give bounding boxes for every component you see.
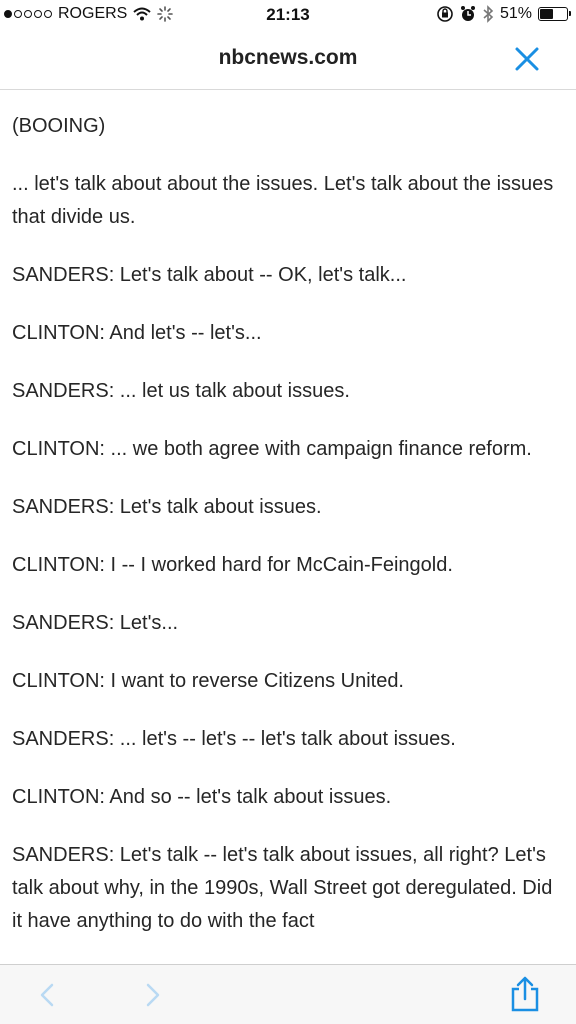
transcript-paragraph: CLINTON: And let's -- let's... [12,322,262,344]
transcript-paragraph: SANDERS: ... let us talk about issues. [12,380,350,402]
transcript-paragraph: CLINTON: ... we both agree with campaign… [12,438,532,460]
address-bar: nbcnews.com [0,30,576,90]
transcript-paragraph: CLINTON: I -- I worked hard for McCain-F… [12,554,453,576]
chevron-right-icon [146,983,160,1007]
battery-icon [538,7,571,21]
status-right: 51% [436,5,571,23]
page-domain: nbcnews.com [218,46,358,69]
share-button[interactable] [508,975,542,1013]
close-icon [515,47,539,71]
forward-button[interactable] [136,979,168,1011]
bluetooth-icon [483,5,494,23]
alarm-icon [460,6,475,21]
bottom-toolbar [0,964,576,1024]
transcript-paragraph: SANDERS: Let's talk about issues. [12,496,322,518]
transcript-paragraph: SANDERS: Let's... [12,612,179,634]
transcript-paragraph: ... let's talk about about the issues. L… [12,173,554,228]
battery-percent: 51% [499,5,532,22]
transcript-paragraph: (BOOING) [12,115,106,137]
transcript-paragraph: CLINTON: And so -- let's talk about issu… [12,786,392,808]
transcript-paragraph: SANDERS: Let's talk -- let's talk about … [12,844,553,932]
share-icon [511,976,539,1012]
transcript-paragraph: CLINTON: I want to reverse Citizens Unit… [12,670,404,692]
close-button[interactable] [512,44,542,74]
status-bar: ROGERS 21:13 51% [0,0,576,30]
transcript-paragraph: SANDERS: ... let's -- let's -- let's tal… [12,728,456,750]
chevron-left-icon [40,983,54,1007]
article-body: (BOOING) ... let's talk about about the i… [12,110,562,960]
back-button[interactable] [32,979,64,1011]
orientation-lock-icon [437,6,453,22]
transcript-paragraph: SANDERS: Let's talk about -- OK, let's t… [12,264,407,286]
